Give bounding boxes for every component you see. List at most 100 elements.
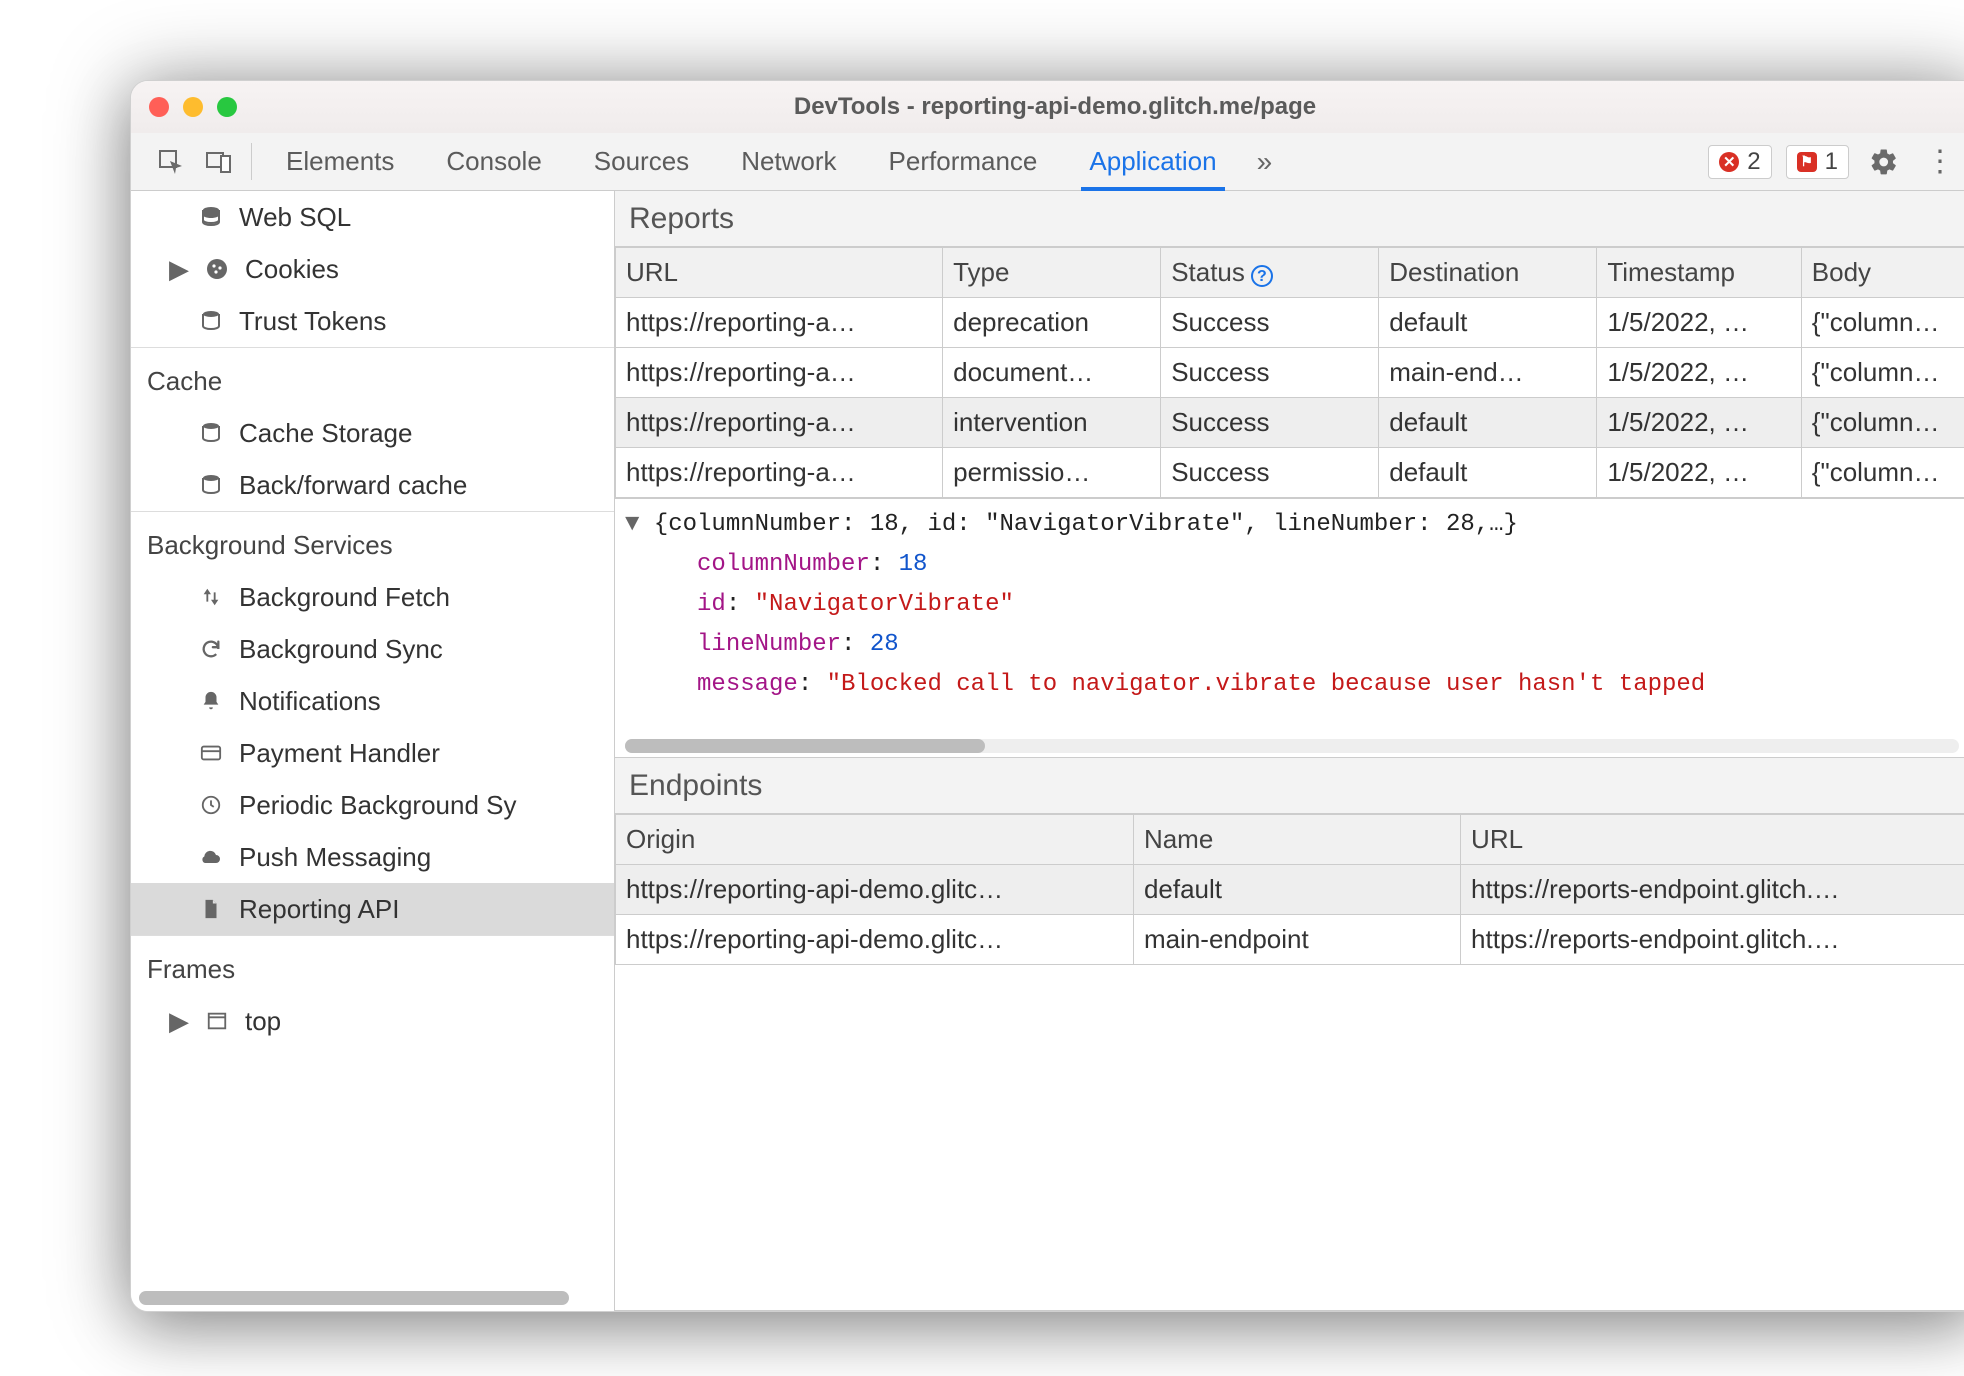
errors-counter[interactable]: ✕ 2 [1708,145,1771,179]
expand-arrow-icon[interactable]: ▶ [169,254,189,285]
cell-type: permissio… [943,448,1161,498]
col-url[interactable]: URL [616,248,943,298]
window-title: DevTools - reporting-api-demo.glitch.me/… [131,93,1964,121]
updown-icon [197,586,225,608]
cell-type: document… [943,348,1161,398]
sidebar-item-websql[interactable]: Web SQL [131,191,614,243]
cell-status: Success [1161,448,1379,498]
cell-status: Success [1161,398,1379,448]
error-icon: ✕ [1719,152,1739,172]
database-icon [197,473,225,497]
issues-count: 1 [1825,148,1838,176]
database-icon [197,309,225,333]
col-destination[interactable]: Destination [1379,248,1597,298]
devtools-window: DevTools - reporting-api-demo.glitch.me/… [130,80,1964,1312]
cell-name: default [1133,865,1460,915]
table-row[interactable]: https://reporting-a…permissio…Successdef… [616,448,1964,498]
cell-dest: default [1379,298,1597,348]
sidebar-item-label: Background Fetch [239,582,450,613]
sidebar-item-label: Push Messaging [239,842,431,873]
col-type[interactable]: Type [943,248,1161,298]
reports-panel-title: Reports [615,191,1964,247]
cell-body: {"column… [1801,448,1964,498]
cell-dest: default [1379,448,1597,498]
minimize-window-button[interactable] [183,97,203,117]
sidebar-item-push-messaging[interactable]: Push Messaging [131,831,614,883]
tab-sources[interactable]: Sources [568,133,715,190]
sidebar-item-bg-sync[interactable]: Background Sync [131,623,614,675]
expand-arrow-icon[interactable]: ▶ [169,1006,189,1037]
sidebar-item-bfcache[interactable]: Back/forward cache [131,459,614,511]
close-window-button[interactable] [149,97,169,117]
sidebar-item-label: Reporting API [239,894,399,925]
table-row[interactable]: https://reporting-a…document…Successmain… [616,348,1964,398]
devtools-toolbar: Elements Console Sources Network Perform… [131,133,1964,191]
titlebar: DevTools - reporting-api-demo.glitch.me/… [131,81,1964,133]
file-icon [197,898,225,920]
cell-type: deprecation [943,298,1161,348]
sidebar-item-label: Periodic Background Sy [239,790,516,821]
sidebar-item-label: Payment Handler [239,738,440,769]
device-toolbar-icon[interactable] [195,133,243,190]
kebab-menu-icon[interactable]: ⋮ [1919,144,1961,179]
reports-table: URL Type Status? Destination Timestamp B… [615,247,1964,498]
table-row[interactable]: https://reporting-a…interventionSuccessd… [616,398,1964,448]
inspect-element-icon[interactable] [147,133,195,190]
settings-icon[interactable] [1863,147,1905,177]
errors-count: 2 [1747,148,1760,176]
issues-counter[interactable]: ⚑ 1 [1786,145,1849,179]
col-name[interactable]: Name [1133,815,1460,865]
endpoints-panel: Endpoints Origin Name URL https://report… [615,758,1964,1311]
col-status[interactable]: Status? [1161,248,1379,298]
tab-elements[interactable]: Elements [260,133,420,190]
sidebar-item-label: Cache Storage [239,418,412,449]
endpoints-table: Origin Name URL https://reporting-api-de… [615,814,1964,965]
clock-icon [197,794,225,816]
cell-url: https://reports-endpoint.glitch.… [1461,915,1964,965]
help-icon[interactable]: ? [1251,265,1273,287]
sidebar-item-cache-storage[interactable]: Cache Storage [131,407,614,459]
detail-horizontal-scrollbar[interactable] [625,739,1959,753]
cell-body: {"column… [1801,348,1964,398]
tab-application[interactable]: Application [1063,133,1242,190]
sidebar-section-cache: Cache [131,347,614,407]
cell-status: Success [1161,298,1379,348]
sidebar-item-label: Notifications [239,686,381,717]
card-icon [197,742,225,764]
sidebar-item-periodic-bg-sync[interactable]: Periodic Background Sy [131,779,614,831]
table-row[interactable]: https://reporting-api-demo.glitc…main-en… [616,915,1964,965]
sidebar-item-bg-fetch[interactable]: Background Fetch [131,571,614,623]
sidebar-item-notifications[interactable]: Notifications [131,675,614,727]
sidebar-item-cookies[interactable]: ▶ Cookies [131,243,614,295]
endpoints-header-row: Origin Name URL [616,815,1964,865]
cell-url: https://reporting-a… [616,298,943,348]
table-row[interactable]: https://reporting-api-demo.glitc…default… [616,865,1964,915]
col-origin[interactable]: Origin [616,815,1134,865]
cell-origin: https://reporting-api-demo.glitc… [616,915,1134,965]
cloud-icon [197,845,225,869]
cell-ts: 1/5/2022, … [1597,398,1801,448]
window-controls [149,97,237,117]
cell-dest: default [1379,398,1597,448]
sidebar-item-frame-top[interactable]: ▶ top [131,995,614,1047]
sidebar-item-payment-handler[interactable]: Payment Handler [131,727,614,779]
tab-network[interactable]: Network [715,133,862,190]
report-body-viewer[interactable]: ▼ {columnNumber: 18, id: "NavigatorVibra… [615,498,1964,758]
table-row[interactable]: https://reporting-a…deprecationSuccessde… [616,298,1964,348]
col-timestamp[interactable]: Timestamp [1597,248,1801,298]
sidebar-section-bg-services: Background Services [131,511,614,571]
zoom-window-button[interactable] [217,97,237,117]
cell-ts: 1/5/2022, … [1597,348,1801,398]
sidebar-item-reporting-api[interactable]: Reporting API [131,883,614,935]
cell-ts: 1/5/2022, … [1597,298,1801,348]
col-ep-url[interactable]: URL [1461,815,1964,865]
sidebar-horizontal-scrollbar[interactable] [139,1291,606,1305]
cell-url: https://reports-endpoint.glitch.… [1461,865,1964,915]
sidebar-item-trust-tokens[interactable]: Trust Tokens [131,295,614,347]
more-tabs-button[interactable]: » [1243,133,1287,190]
tab-console[interactable]: Console [420,133,567,190]
bell-icon [197,690,225,712]
tab-performance[interactable]: Performance [863,133,1064,190]
col-body[interactable]: Body [1801,248,1964,298]
sidebar-item-label: Web SQL [239,202,351,233]
